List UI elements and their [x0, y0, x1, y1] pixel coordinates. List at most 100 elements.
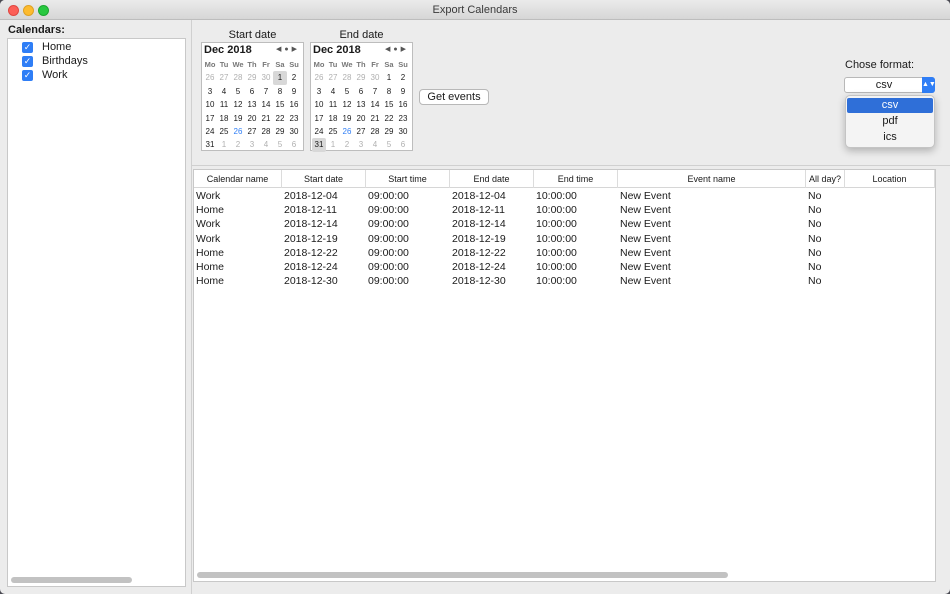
calendar-day[interactable]: 16: [396, 98, 410, 111]
calendar-day[interactable]: 2: [231, 138, 245, 151]
calendar-day[interactable]: 3: [245, 138, 259, 151]
calendar-day[interactable]: 23: [396, 112, 410, 125]
calendar-day[interactable]: 4: [217, 85, 231, 98]
split-divider[interactable]: [191, 20, 192, 594]
calendar-day[interactable]: 25: [326, 125, 340, 138]
calendar-day[interactable]: 26: [231, 125, 245, 138]
calendar-day[interactable]: 24: [203, 125, 217, 138]
calendar-day[interactable]: 22: [382, 112, 396, 125]
calendar-day[interactable]: 19: [340, 112, 354, 125]
table-row[interactable]: Work 2018-12-04 09:00:00 2018-12-04 10:00:00…: [194, 189, 935, 203]
calendar-day[interactable]: 25: [217, 125, 231, 138]
calendar-day[interactable]: 3: [354, 138, 368, 151]
calendar-day[interactable]: 11: [326, 98, 340, 111]
calendar-day[interactable]: 13: [245, 98, 259, 111]
day-grid[interactable]: Mo Tu We Th Fr Sa Su 26 27 28 29 30 1 2 3 4 5 6 7 8 9 10 11 12 1…: [203, 58, 303, 152]
calendar-day[interactable]: 1: [217, 138, 231, 151]
checkbox-checked-icon[interactable]: ✓: [22, 55, 33, 67]
calendar-day[interactable]: 31: [312, 138, 326, 152]
calendar-day[interactable]: 29: [245, 71, 259, 84]
table-row[interactable]: Home 2018-12-24 09:00:00 2018-12-24 10:00:00…: [194, 260, 935, 274]
calendar-day[interactable]: 30: [396, 125, 410, 138]
month-nav-icon[interactable]: ◀●▶: [385, 45, 409, 53]
calendar-day[interactable]: 9: [396, 85, 410, 98]
minimize-button[interactable]: [23, 5, 34, 16]
calendar-day[interactable]: 18: [217, 112, 231, 125]
calendar-day[interactable]: 2: [287, 71, 301, 84]
format-option-ics[interactable]: ics: [847, 130, 933, 145]
calendar-day[interactable]: 18: [326, 112, 340, 125]
calendar-day[interactable]: 10: [203, 98, 217, 111]
calendar-day[interactable]: 6: [287, 138, 301, 151]
calendar-day[interactable]: 8: [382, 85, 396, 98]
calendar-day[interactable]: 1: [273, 71, 287, 85]
calendar-day[interactable]: 2: [396, 71, 410, 84]
calendar-day[interactable]: 28: [259, 125, 273, 138]
calendar-day[interactable]: 15: [273, 98, 287, 111]
calendar-item-birthdays[interactable]: ✓ Birthdays: [22, 54, 88, 68]
calendar-day[interactable]: 24: [312, 125, 326, 138]
calendar-day[interactable]: 14: [259, 98, 273, 111]
calendar-day[interactable]: 21: [368, 112, 382, 125]
calendar-day[interactable]: 14: [368, 98, 382, 111]
column-header[interactable]: Start time: [366, 170, 450, 188]
calendar-day[interactable]: 7: [368, 85, 382, 98]
column-header[interactable]: Location: [845, 170, 935, 188]
calendar-day[interactable]: 22: [273, 112, 287, 125]
calendar-day[interactable]: 11: [217, 98, 231, 111]
calendar-day[interactable]: 1: [382, 71, 396, 84]
calendar-day[interactable]: 5: [340, 85, 354, 98]
table-row[interactable]: Home 2018-12-30 09:00:00 2018-12-30 10:00:00…: [194, 274, 935, 288]
month-nav-icon[interactable]: ◀●▶: [276, 45, 300, 53]
calendar-day[interactable]: 12: [231, 98, 245, 111]
calendar-day[interactable]: 30: [287, 125, 301, 138]
calendar-item-work[interactable]: ✓ Work: [22, 68, 67, 82]
calendar-day[interactable]: 4: [259, 138, 273, 151]
calendar-day[interactable]: 5: [382, 138, 396, 151]
get-events-button[interactable]: Get events: [419, 89, 489, 105]
calendar-day[interactable]: 7: [259, 85, 273, 98]
calendar-day[interactable]: 3: [312, 85, 326, 98]
column-header[interactable]: Start date: [282, 170, 366, 188]
calendar-day[interactable]: 12: [340, 98, 354, 111]
calendar-day[interactable]: 30: [368, 71, 382, 84]
column-header[interactable]: Event name: [618, 170, 806, 188]
calendar-day[interactable]: 6: [396, 138, 410, 151]
table-horizontal-scrollbar[interactable]: [197, 572, 728, 578]
calendar-day[interactable]: 20: [354, 112, 368, 125]
calendar-day[interactable]: 27: [217, 71, 231, 84]
close-button[interactable]: [8, 5, 19, 16]
calendar-day[interactable]: 9: [287, 85, 301, 98]
calendar-day[interactable]: 26: [340, 125, 354, 138]
calendar-day[interactable]: 28: [368, 125, 382, 138]
calendar-day[interactable]: 29: [382, 125, 396, 138]
format-select[interactable]: csv ▲▼: [844, 77, 936, 93]
calendar-day[interactable]: 27: [354, 125, 368, 138]
calendar-day[interactable]: 3: [203, 85, 217, 98]
calendar-day[interactable]: 27: [245, 125, 259, 138]
calendar-day[interactable]: 13: [354, 98, 368, 111]
calendar-day[interactable]: 21: [259, 112, 273, 125]
calendar-day[interactable]: 29: [273, 125, 287, 138]
calendar-day[interactable]: 15: [382, 98, 396, 111]
calendar-day[interactable]: 4: [368, 138, 382, 151]
chevron-updown-icon[interactable]: ▲▼: [922, 77, 936, 93]
calendar-day[interactable]: 6: [245, 85, 259, 98]
calendar-day[interactable]: 29: [354, 71, 368, 84]
calendar-day[interactable]: 10: [312, 98, 326, 111]
calendar-day[interactable]: 19: [231, 112, 245, 125]
calendar-day[interactable]: 1: [326, 138, 340, 151]
table-row[interactable]: Work 2018-12-19 09:00:00 2018-12-19 10:00:00…: [194, 232, 935, 246]
checkbox-checked-icon[interactable]: ✓: [22, 41, 33, 53]
start-date-picker[interactable]: Dec 2018 ◀●▶ Mo Tu We Th Fr Sa Su 26 27 28 29 30 1 2 3…: [201, 42, 304, 151]
format-option-pdf[interactable]: pdf: [847, 114, 933, 129]
calendar-day[interactable]: 8: [273, 85, 287, 98]
calendar-day[interactable]: 17: [203, 112, 217, 125]
calendar-item-home[interactable]: ✓ Home: [22, 40, 71, 54]
calendar-day[interactable]: 30: [259, 71, 273, 84]
calendar-day[interactable]: 26: [312, 71, 326, 84]
table-row[interactable]: Work 2018-12-14 09:00:00 2018-12-14 10:00:00…: [194, 217, 935, 231]
zoom-button[interactable]: [38, 5, 49, 16]
table-row[interactable]: Home 2018-12-22 09:00:00 2018-12-22 10:00:00…: [194, 246, 935, 260]
calendar-day[interactable]: 23: [287, 112, 301, 125]
